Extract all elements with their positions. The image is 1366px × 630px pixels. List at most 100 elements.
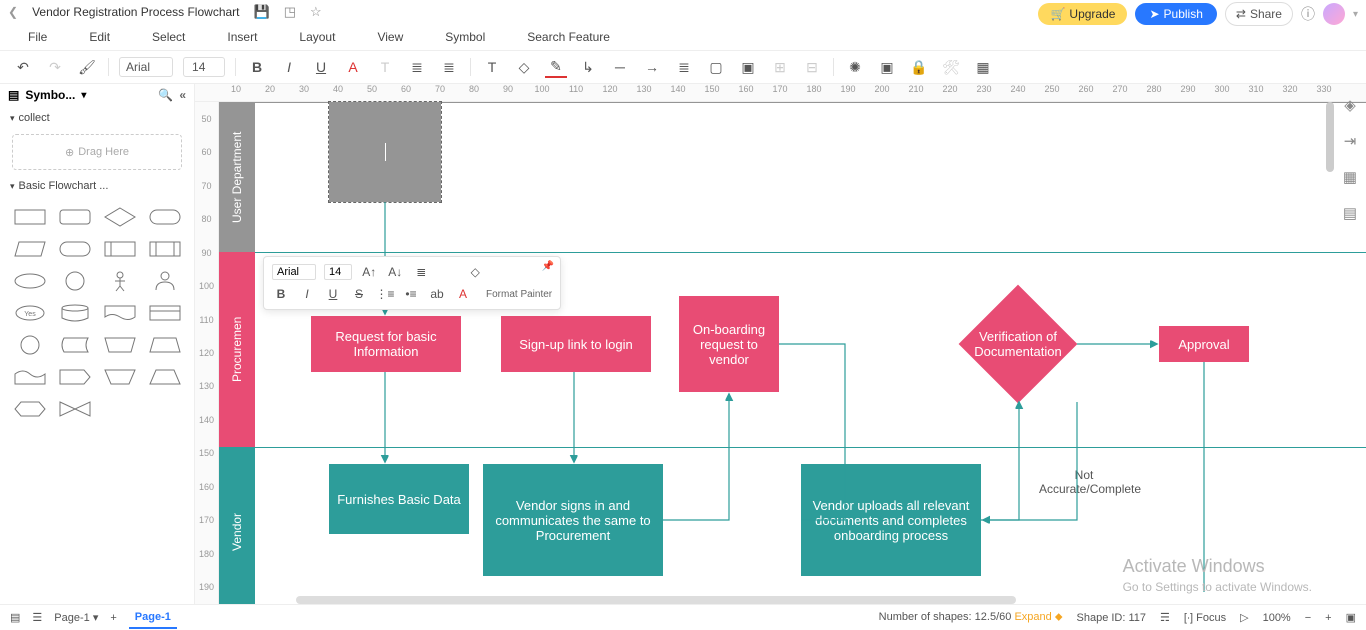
align-icon[interactable]: ≣ (412, 263, 430, 281)
zoom-level[interactable]: 100% (1263, 612, 1291, 624)
add-page-icon[interactable]: + (110, 612, 116, 624)
menu-file[interactable]: File (28, 30, 47, 44)
valign-icon[interactable]: ≣ (438, 56, 460, 78)
undo-icon[interactable]: ↶ (12, 56, 34, 78)
shape-circle[interactable] (55, 268, 94, 294)
font-color-icon[interactable]: A (454, 285, 472, 303)
page-dropdown[interactable]: Page-1 ▾ (54, 611, 98, 624)
comment-icon[interactable]: ▤ (1343, 204, 1357, 222)
connector-icon[interactable]: ↳ (577, 56, 599, 78)
layer-back-icon[interactable]: ▣ (737, 56, 759, 78)
table-icon[interactable]: ▦ (972, 56, 994, 78)
fill-icon[interactable]: ◇ (466, 263, 484, 281)
bold-icon[interactable]: B (272, 285, 290, 303)
chevron-down-icon[interactable]: ▾ (81, 90, 86, 101)
list-icon[interactable]: ☰ (32, 611, 42, 624)
upgrade-button[interactable]: 🛒Upgrade (1038, 3, 1127, 25)
menu-edit[interactable]: Edit (89, 30, 110, 44)
float-font[interactable]: Arial (272, 264, 316, 280)
shape-circ2[interactable] (10, 332, 49, 358)
lane-vendor[interactable]: Vendor (219, 447, 255, 604)
node-vendor-uploads[interactable]: Vendor uploads all relevant documents an… (801, 464, 981, 576)
underline-icon[interactable]: U (310, 56, 332, 78)
zoom-out-icon[interactable]: − (1305, 612, 1311, 624)
scrollbar-horizontal[interactable] (296, 596, 1016, 604)
node-selected[interactable] (329, 102, 441, 202)
shape-roundrect[interactable] (55, 204, 94, 230)
save-icon[interactable]: 💾 (254, 4, 270, 20)
play-icon[interactable]: ▷ (1240, 611, 1248, 624)
shape-trap[interactable] (100, 332, 139, 358)
align-left-icon[interactable]: ≣ (406, 56, 428, 78)
shape-parallelogram[interactable] (10, 236, 49, 262)
shape-pill[interactable] (55, 236, 94, 262)
font-select[interactable]: Arial (119, 57, 173, 77)
star-icon[interactable]: ☆ (310, 4, 322, 20)
menu-symbol[interactable]: Symbol (445, 30, 485, 44)
text-tool-icon[interactable]: T (481, 56, 503, 78)
back-icon[interactable]: ❮ (8, 5, 18, 19)
node-signup[interactable]: Sign-up link to login (501, 316, 651, 372)
node-furnish[interactable]: Furnishes Basic Data (329, 464, 469, 534)
menu-view[interactable]: View (377, 30, 403, 44)
chevron-down-icon[interactable]: ▾ (1353, 9, 1358, 20)
text-bg-icon[interactable]: T (374, 56, 396, 78)
effects-icon[interactable]: ✺ (844, 56, 866, 78)
font-color-icon[interactable]: A (342, 56, 364, 78)
canvas[interactable]: User Department Procuremen Vendor Reques… (219, 102, 1366, 604)
menu-insert[interactable]: Insert (227, 30, 257, 44)
publish-button[interactable]: ➤Publish (1135, 3, 1216, 25)
increase-font-icon[interactable]: A↑ (360, 263, 378, 281)
crop-icon[interactable]: ▣ (876, 56, 898, 78)
pin-icon[interactable]: 📌 (542, 261, 554, 272)
fullscreen-icon[interactable]: ▣ (1346, 611, 1356, 624)
shape-person[interactable] (145, 268, 184, 294)
spacing-icon[interactable]: ≣ (673, 56, 695, 78)
shape-hex[interactable] (10, 396, 49, 422)
node-vendor-signs[interactable]: Vendor signs in and communicates the sam… (483, 464, 663, 576)
shape-cyl2[interactable] (55, 332, 94, 358)
shape-bowtie[interactable] (55, 396, 94, 422)
distribute-icon[interactable]: ⊟ (801, 56, 823, 78)
shape-card[interactable] (100, 236, 139, 262)
pen-icon[interactable]: ✎ (545, 56, 567, 78)
float-size[interactable]: 14 (324, 264, 352, 280)
zoom-in-icon[interactable]: + (1325, 612, 1331, 624)
arrow-style-icon[interactable]: → (641, 56, 663, 78)
menu-select[interactable]: Select (152, 30, 185, 44)
strike-icon[interactable]: S (350, 285, 368, 303)
share-button[interactable]: ⇄Share (1225, 2, 1293, 26)
shape-wave[interactable] (10, 364, 49, 390)
shape-header[interactable] (145, 300, 184, 326)
focus-button[interactable]: [∙] Focus (1184, 612, 1226, 624)
search-icon[interactable]: 🔍 (158, 88, 173, 102)
format-painter-icon[interactable]: 🖌 (76, 56, 98, 78)
outline-icon[interactable]: ▤ (10, 611, 20, 624)
grid-icon[interactable]: ▦ (1343, 168, 1357, 186)
layer-front-icon[interactable]: ▢ (705, 56, 727, 78)
shape-actor[interactable] (100, 268, 139, 294)
node-onboard-req[interactable]: On-boarding request to vendor (679, 296, 779, 392)
line-style-icon[interactable]: ─ (609, 56, 631, 78)
shape-ellipse[interactable] (10, 268, 49, 294)
bold-icon[interactable]: B (246, 56, 268, 78)
shape-roundrect2[interactable] (145, 204, 184, 230)
collapse-icon[interactable]: « (179, 88, 186, 102)
shape-doc[interactable] (100, 300, 139, 326)
library-icon[interactable]: ▤ (8, 88, 19, 102)
align-icon[interactable]: ⊞ (769, 56, 791, 78)
shape-diamond[interactable] (100, 204, 139, 230)
open-icon[interactable]: ◳ (284, 4, 296, 20)
scrollbar-vertical[interactable] (1326, 102, 1334, 172)
format-painter-label[interactable]: Format Painter (486, 289, 552, 300)
drag-here-zone[interactable]: ⊕Drag Here (12, 134, 182, 170)
decrease-font-icon[interactable]: A↓ (386, 263, 404, 281)
lock-icon[interactable]: 🔒 (908, 56, 930, 78)
node-verification[interactable]: Verification of Documentation (976, 302, 1060, 386)
tools-icon[interactable]: 🛠 (940, 56, 962, 78)
shape-rect[interactable] (10, 204, 49, 230)
section-basic[interactable]: ▾Basic Flowchart ... (0, 174, 194, 198)
size-select[interactable]: 14 (183, 57, 225, 77)
shape-tag[interactable] (55, 364, 94, 390)
italic-icon[interactable]: I (278, 56, 300, 78)
